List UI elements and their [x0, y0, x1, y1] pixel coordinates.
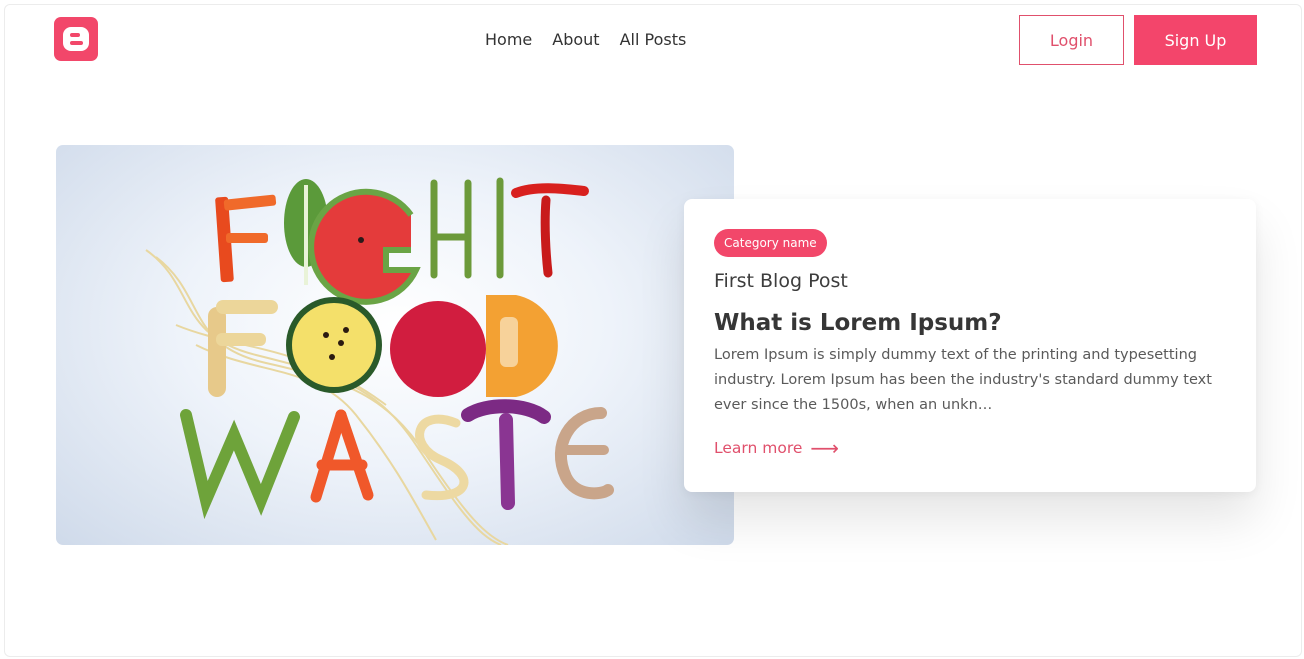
letter-t — [511, 183, 589, 278]
nav-about[interactable]: About — [552, 30, 599, 49]
learn-more-label: Learn more — [714, 439, 803, 457]
featured-image[interactable] — [56, 145, 734, 545]
post-excerpt: Lorem Ipsum is simply dummy text of the … — [714, 347, 1212, 413]
featured-post-card: Category name First Blog Post What is Lo… — [684, 199, 1256, 492]
letter-f — [215, 194, 277, 283]
post-label: First Blog Post — [714, 270, 848, 292]
fight-food-waste-illustration — [145, 177, 614, 545]
category-badge[interactable]: Category name — [714, 229, 827, 257]
post-title[interactable]: What is Lorem Ipsum? — [714, 310, 1002, 336]
arrow-right-icon: ⟶ — [810, 436, 840, 460]
login-button[interactable]: Login — [1019, 15, 1124, 65]
signup-button[interactable]: Sign Up — [1134, 15, 1257, 65]
learn-more-link[interactable]: Learn more ⟶ — [714, 436, 840, 460]
nav-all-posts[interactable]: All Posts — [620, 30, 687, 49]
blogger-icon — [63, 27, 89, 51]
letter-t-cabbage — [461, 399, 551, 510]
logo[interactable] — [54, 17, 98, 61]
main-nav: Home About All Posts — [485, 30, 686, 49]
nav-home[interactable]: Home — [485, 30, 532, 49]
